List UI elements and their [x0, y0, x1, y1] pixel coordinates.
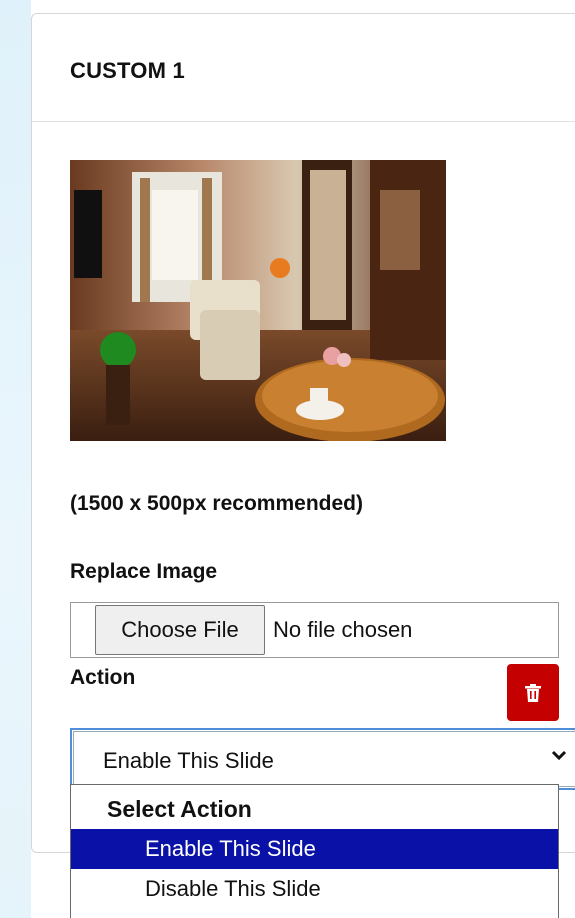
slide-card: CUSTOM 1 (1500 x 500px recommended) Repl… — [31, 13, 575, 918]
slide-image-preview — [70, 160, 446, 441]
file-status-text: No file chosen — [273, 617, 413, 642]
dropdown-option-disable[interactable]: Disable This Slide — [71, 869, 558, 909]
hotel-room-image — [70, 160, 446, 441]
action-label: Action — [70, 666, 136, 689]
replace-image-label: Replace Image — [70, 560, 218, 583]
page-background-strip — [0, 0, 31, 918]
choose-file-button[interactable]: Choose File — [95, 605, 265, 655]
action-dropdown-list: Select Action Enable This Slide Disable … — [70, 784, 559, 918]
action-select-value: Enable This Slide — [103, 748, 274, 773]
image-size-note: (1500 x 500px recommended) — [70, 492, 363, 515]
action-select[interactable]: Enable This Slide — [70, 728, 575, 790]
dropdown-option-group-header: Select Action — [107, 795, 252, 822]
dropdown-option-enable[interactable]: Enable This Slide — [71, 829, 558, 869]
trash-icon — [525, 683, 541, 702]
card-header: CUSTOM 1 — [32, 14, 575, 122]
chevron-down-icon — [551, 750, 567, 761]
file-input[interactable]: Choose File No file chosen — [70, 602, 559, 658]
delete-slide-button[interactable] — [507, 664, 559, 721]
card-title: CUSTOM 1 — [70, 58, 185, 83]
